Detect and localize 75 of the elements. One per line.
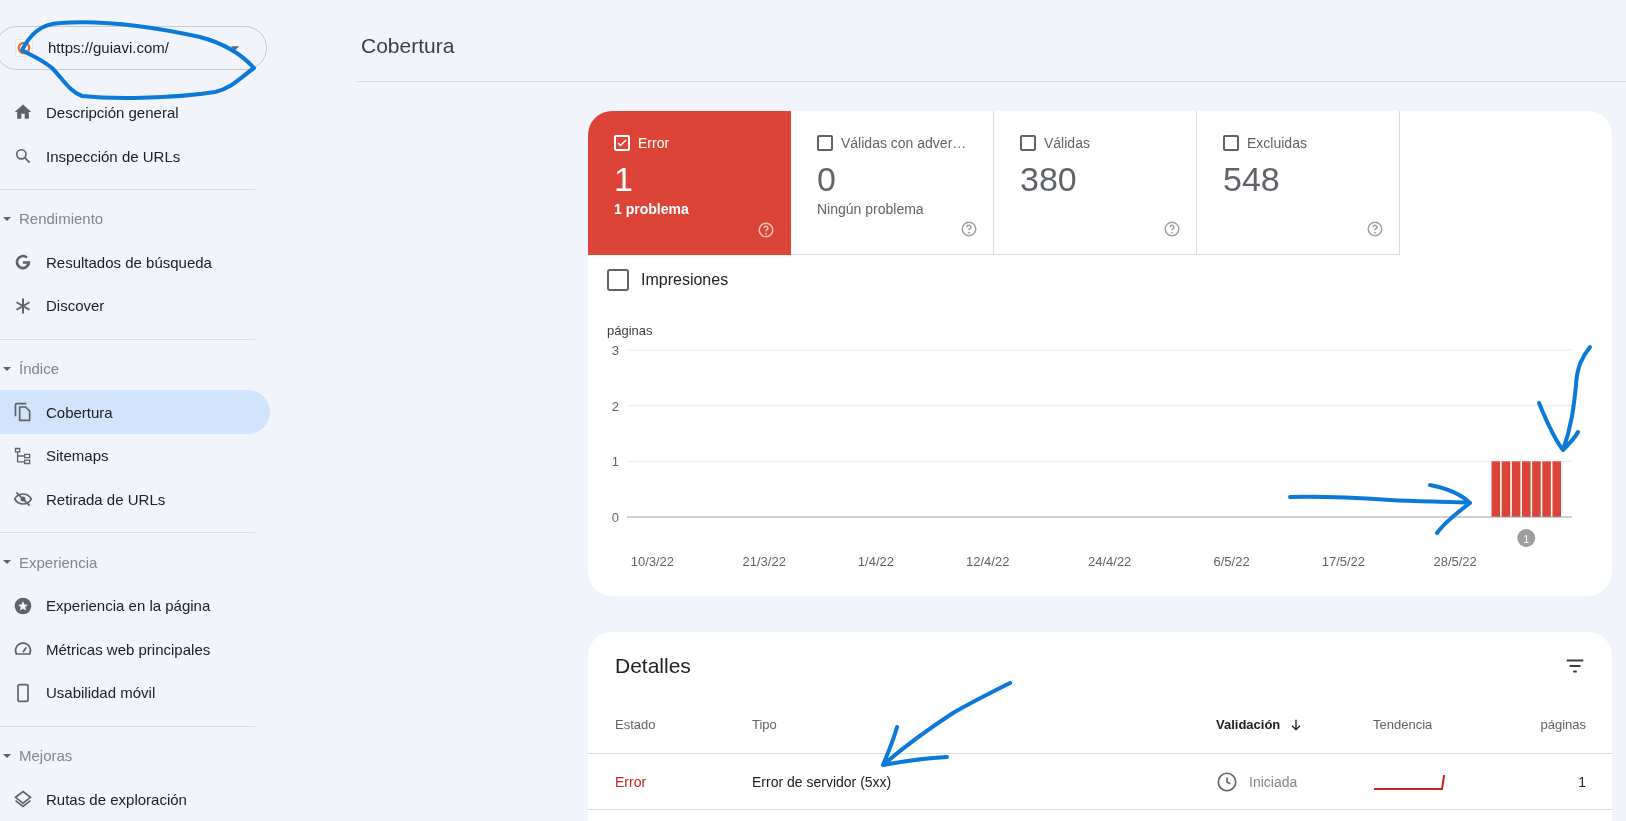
bar [1532,461,1541,517]
tile-label: Válidas con adver… [841,135,967,151]
axis-tick-label: 3 [611,343,619,358]
help-icon [757,221,775,239]
checkbox[interactable] [1223,135,1239,151]
help-icon [1366,220,1384,238]
property-url: https://guiavi.com/ [48,39,170,57]
axis-tick-label: 1 [611,454,619,470]
summary-tile[interactable]: Excluidas 548 [1197,111,1400,255]
help-icon [960,220,978,238]
axis-tick-label: 12/4/22 [966,554,1010,569]
tile-note: Ningún problema [817,201,924,217]
check-icon [616,137,628,149]
summary-tile[interactable]: Válidas con adver… 0 Ningún problema [791,111,994,255]
axis-tick-label: 24/4/22 [1087,554,1132,569]
nav-item[interactable]: Descripción general [0,90,270,135]
axis-tick-label: 6/5/22 [1213,554,1250,569]
clock-icon [1216,770,1238,793]
nav-item[interactable]: Cobertura [0,390,270,434]
summary-tile[interactable]: Error 1 1 problema [588,111,791,255]
axis-tick-label: 0 [611,510,619,525]
axis-tick-label: 2 [611,398,619,414]
column-header[interactable]: Tipo [752,717,1216,732]
column-header[interactable]: Validación [1216,716,1373,733]
checkbox[interactable] [817,135,833,151]
bar [1542,461,1551,517]
checkbox-label: Impresiones [641,270,729,289]
bar [1491,461,1501,517]
axis-tick-label: 1/4/22 [857,554,895,569]
sitemap-tree-icon [13,445,33,466]
copy-pages-icon [13,402,33,423]
bar [1552,461,1562,517]
tile-note: 1 problema [614,201,689,217]
axis-tick-label: 28/5/22 [1433,554,1477,569]
column-header[interactable]: páginas [1506,717,1586,732]
axis-tick-label: 10/3/22 [630,554,675,569]
tile-label: Excluidas [1247,135,1307,151]
property-selector[interactable]: https://guiavi.com/ [0,26,267,70]
table-cell-text: Error [615,773,648,790]
section-title: Detalles [615,654,691,678]
column-header[interactable]: Estado [615,717,752,732]
table-cell: Iniciada [1249,773,1298,790]
tile-value: 1 [614,159,634,199]
table-cell-text: 1 [1577,773,1586,790]
checkbox[interactable] [607,268,629,291]
nav-item[interactable]: Experiencia en la página [0,583,270,628]
bar [1501,461,1511,517]
bar [1522,461,1531,517]
star-circle-icon [13,595,33,616]
nav-item[interactable]: Métricas web principales [0,627,270,672]
nav-item[interactable]: Retirada de URLs [0,477,270,522]
tile-value: 0 [817,159,837,199]
nav-item[interactable]: Resultados de búsqueda [0,240,270,285]
checkbox[interactable] [1020,135,1036,151]
axis-title: páginas [607,323,653,338]
bar [1511,461,1521,517]
axis-tick-label: 17/5/22 [1321,554,1366,569]
nav-item[interactable]: Discover [0,284,270,328]
table-row[interactable]: Error Error de servidor (5xx) Iniciada 1 [588,754,1612,810]
nav-item[interactable]: Rutas de exploración [0,777,270,821]
summary-tile[interactable]: Válidas 380 [994,111,1197,255]
help-icon [1163,220,1181,238]
trend-sparkline [1373,772,1445,791]
axis-tick-label: 21/3/22 [742,554,786,569]
column-header[interactable]: Tendencia [1373,717,1506,732]
tile-value: 548 [1223,159,1281,199]
tile-label: Error [638,135,670,151]
layers-icon [13,789,33,810]
table-cell-text: Error de servidor (5xx) [752,773,893,790]
tile-label: Válidas [1044,135,1090,151]
nav-item[interactable]: Inspección de URLs [0,134,270,178]
nav-item[interactable]: Sitemaps [0,434,270,478]
nav-item[interactable]: Usabilidad móvil [0,671,270,715]
page-title: Cobertura [361,33,455,58]
tile-value: 380 [1020,159,1078,199]
